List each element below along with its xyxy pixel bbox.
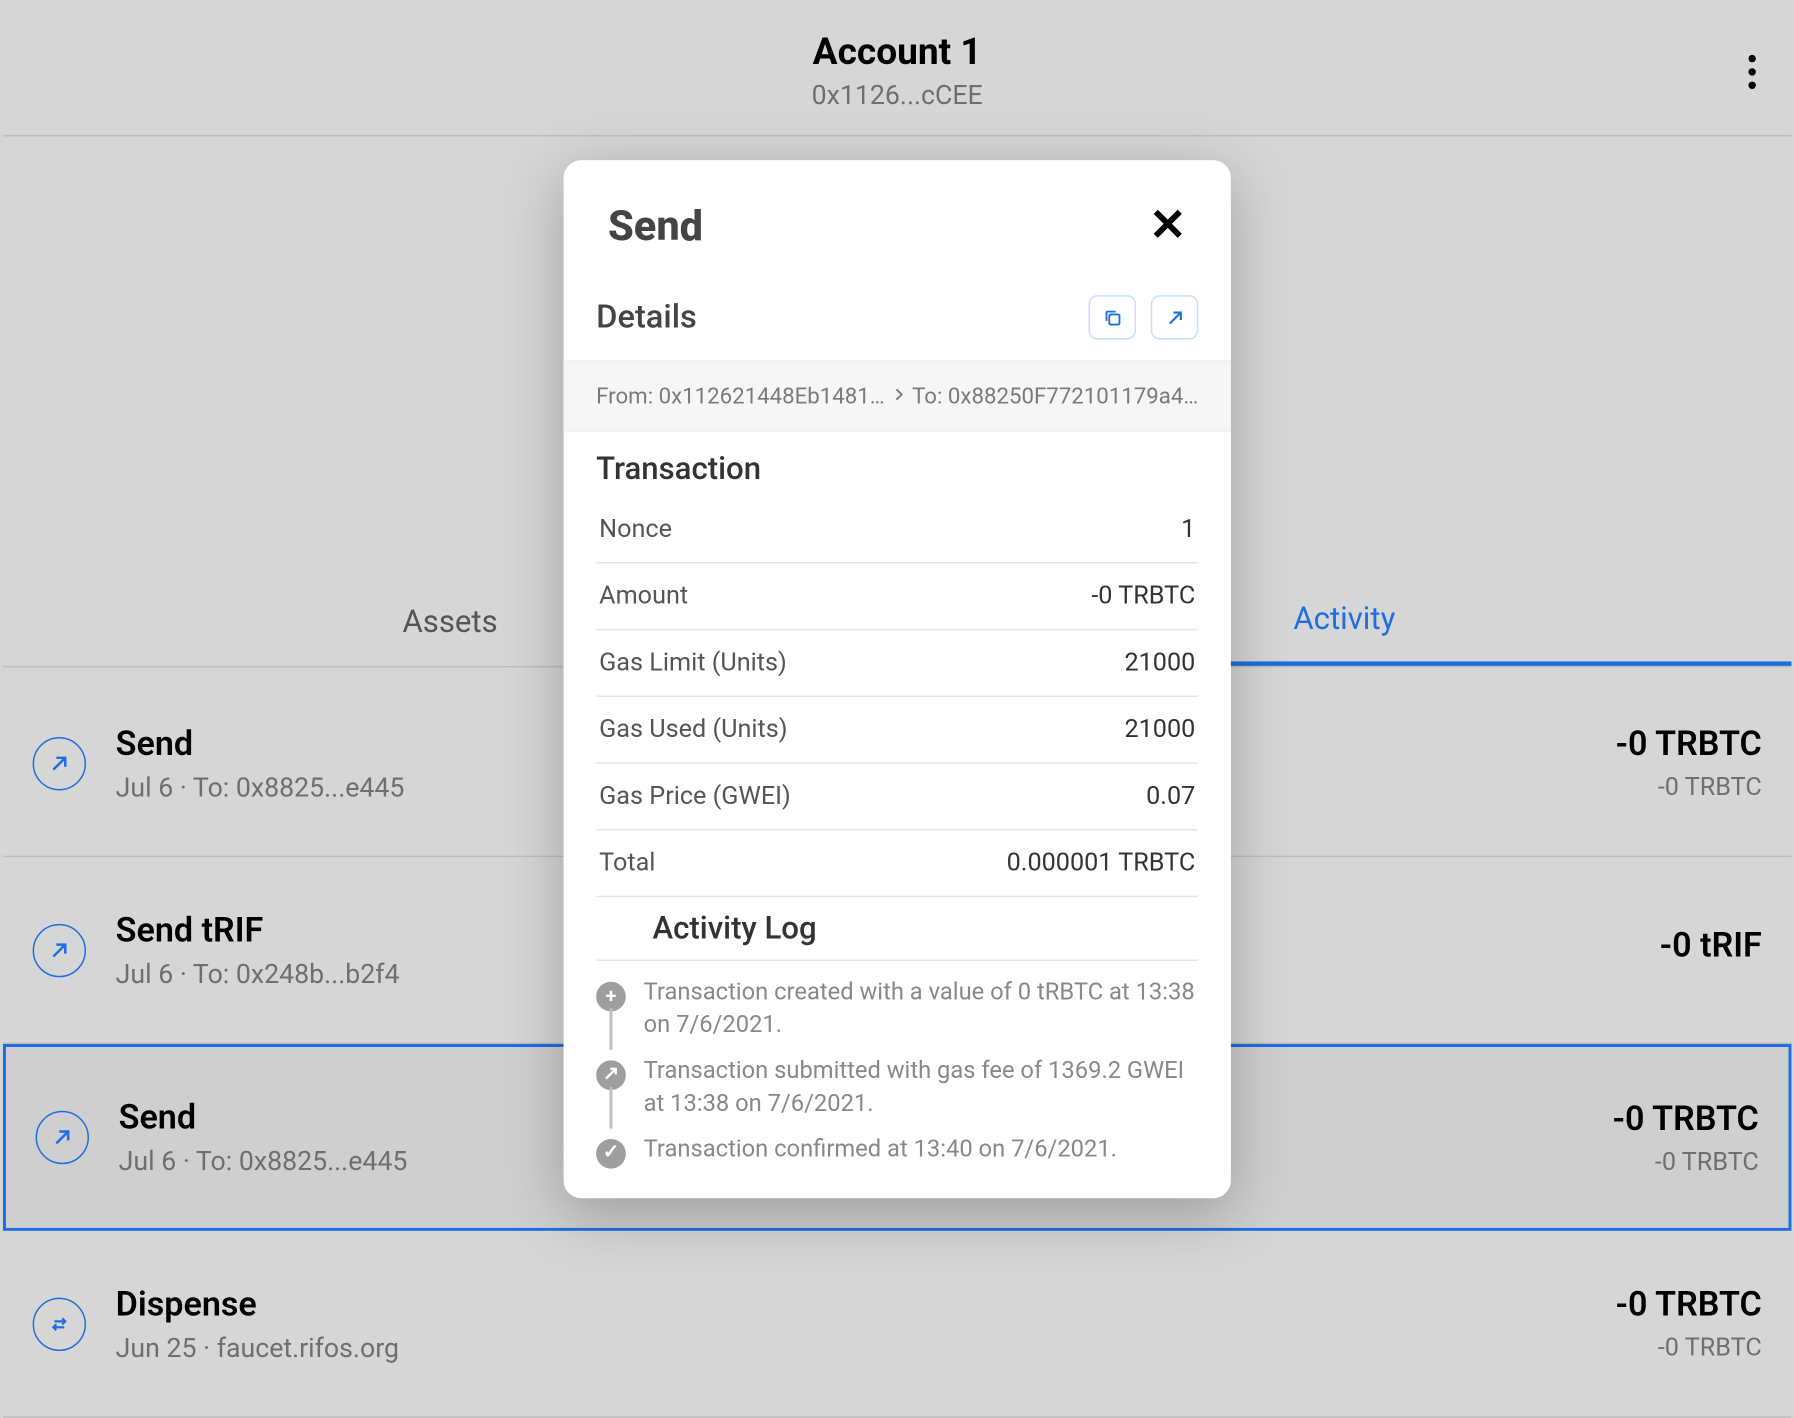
send-icon (33, 736, 86, 789)
total-value: 0.000001 TRBTC (1007, 848, 1196, 878)
transaction-amount: -0 TRBTC (1616, 1284, 1762, 1324)
tab-assets-label: Assets (402, 604, 497, 640)
log-submitted-icon: ↗ (596, 1060, 626, 1090)
account-header: Account 1 0x1126...cCEE (3, 7, 1791, 136)
log-text: Transaction confirmed at 13:40 on 7/6/20… (644, 1132, 1117, 1165)
log-connector (610, 1008, 613, 1050)
account-address: 0x1126...cCEE (812, 80, 983, 111)
nonce-row: Nonce 1 (596, 497, 1198, 564)
gas-limit-row: Gas Limit (Units) 21000 (596, 630, 1198, 697)
modal-header: Send ✕ (564, 160, 1231, 265)
transaction-amount-sub: -0 TRBTC (1616, 1333, 1762, 1363)
send-icon (33, 923, 86, 976)
to-address[interactable]: To: 0x88250F772101179a4… (912, 383, 1198, 410)
gas-price-row: Gas Price (GWEI) 0.07 (596, 764, 1198, 831)
copy-tx-button[interactable] (1089, 295, 1136, 339)
activity-log-item: + Transaction created with a value of 0 … (564, 970, 1231, 1048)
gas-price-value: 0.07 (1146, 782, 1195, 812)
chevron-right-icon (889, 383, 907, 410)
activity-log-item: ↗ Transaction submitted with gas fee of … (564, 1048, 1231, 1126)
from-address[interactable]: From: 0x112621448Eb1481… (596, 383, 885, 410)
gas-price-label: Gas Price (GWEI) (599, 782, 791, 812)
open-explorer-button[interactable] (1151, 295, 1198, 339)
details-label: Details (596, 299, 697, 336)
account-name: Account 1 (812, 31, 983, 74)
modal-title: Send (608, 202, 703, 251)
account-header-center[interactable]: Account 1 0x1126...cCEE (812, 31, 983, 111)
gas-used-value: 21000 (1124, 715, 1195, 745)
log-text: Transaction submitted with gas fee of 13… (644, 1054, 1199, 1120)
log-connector (610, 1087, 613, 1129)
close-icon: ✕ (1149, 199, 1186, 251)
external-link-icon (1163, 306, 1185, 328)
log-created-icon: + (596, 982, 626, 1012)
transaction-amount-sub: -0 TRBTC (1613, 1147, 1759, 1177)
total-label: Total (599, 848, 655, 878)
account-menu-button[interactable] (1729, 49, 1773, 93)
activity-log-title: Activity Log (596, 897, 1198, 961)
transaction-amount: -0 TRBTC (1613, 1098, 1759, 1138)
tab-activity-label: Activity (1293, 602, 1395, 638)
amount-row: Amount -0 TRBTC (596, 564, 1198, 631)
vertical-dots-icon (1748, 54, 1755, 88)
total-row: Total 0.000001 TRBTC (596, 830, 1198, 897)
details-header: Details (564, 265, 1231, 360)
gas-limit-label: Gas Limit (Units) (599, 648, 787, 678)
transaction-amount: -0 tRIF (1660, 925, 1762, 965)
gas-used-label: Gas Used (Units) (599, 715, 787, 745)
log-text: Transaction created with a value of 0 tR… (644, 976, 1199, 1042)
transaction-amount: -0 TRBTC (1616, 724, 1762, 764)
copy-icon (1101, 306, 1123, 328)
nonce-label: Nonce (599, 515, 672, 545)
amount-label: Amount (599, 581, 688, 611)
nonce-value: 1 (1181, 515, 1195, 545)
from-to-bar: From: 0x112621448Eb1481… To: 0x88250F772… (564, 360, 1231, 431)
transaction-title: Dispense (116, 1284, 1616, 1324)
gas-limit-value: 21000 (1124, 648, 1195, 678)
gas-used-row: Gas Used (Units) 21000 (596, 697, 1198, 764)
close-button[interactable]: ✕ (1149, 204, 1186, 248)
transaction-subtitle: Jun 25 · faucet.rifos.org (116, 1332, 1616, 1363)
swap-icon (33, 1297, 86, 1350)
log-confirmed-icon: ✓ (596, 1138, 626, 1168)
transaction-section-title: Transaction (564, 432, 1231, 497)
transaction-modal: Send ✕ Details From: 0x112621448Eb1481… … (564, 160, 1231, 1197)
transaction-amount-sub: -0 TRBTC (1616, 773, 1762, 803)
send-icon (36, 1111, 89, 1164)
activity-log-item: ✓ Transaction confirmed at 13:40 on 7/6/… (564, 1126, 1231, 1173)
amount-value: -0 TRBTC (1091, 581, 1195, 611)
transaction-row[interactable]: Dispense Jun 25 · faucet.rifos.org -0 TR… (3, 1231, 1791, 1418)
app-background: Account 1 0x1126...cCEE Assets Activity … (0, 0, 1794, 1409)
